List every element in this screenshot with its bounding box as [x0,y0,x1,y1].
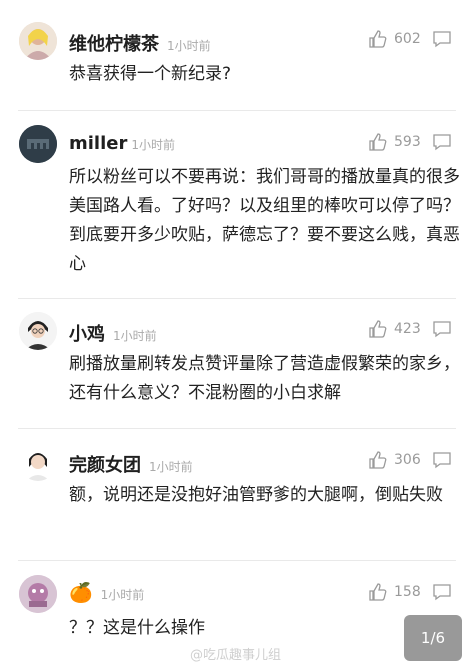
comment-author[interactable]: 维他柠檬茶 1小时前 [69,30,211,56]
author-name[interactable]: 🍊 [69,582,93,604]
comment-text: 所以粉丝可以不要再说：我们哥哥的播放量真的很多美国路人看。了好吗？以及组里的棒吹… [69,167,460,274]
comment-author[interactable]: miller 1小时前 [69,133,175,154]
comment-text: 额，说明还是没抱好油管野爹的大腿啊，倒贴失败 [69,485,443,505]
thumbs-up-icon [369,320,387,338]
page-indicator[interactable]: 1/6 [404,615,462,661]
comment-icon [433,584,451,601]
avatar[interactable] [19,312,57,350]
comment-time: 1小时前 [113,329,157,343]
comment-time: 1小时前 [149,460,193,474]
reply-button[interactable] [432,133,452,155]
like-count: 423 [394,321,421,337]
divider [18,428,456,429]
author-name[interactable]: miller [69,133,127,154]
reply-button[interactable] [432,451,452,473]
thumbs-up-icon [369,133,387,151]
avatar[interactable] [19,22,57,60]
like-count: 593 [394,134,421,150]
comment-author[interactable]: 小鸡 1小时前 [69,320,157,346]
author-name[interactable]: 维他柠檬茶 [69,34,159,55]
avatar[interactable] [19,125,57,163]
reply-button[interactable] [432,583,452,605]
comment-icon [433,134,451,151]
like-count: 602 [394,31,421,47]
comment-time: 1小时前 [131,138,175,152]
like-button[interactable]: 306 [368,450,421,470]
comment-icon [433,31,451,48]
author-name[interactable]: 小鸡 [69,324,105,345]
like-button[interactable]: 602 [368,29,421,49]
divider [18,110,456,111]
avatar[interactable] [19,443,57,481]
comment-time: 1小时前 [100,588,145,602]
reply-button[interactable] [432,30,452,52]
reply-button[interactable] [432,320,452,342]
like-button[interactable]: 593 [368,132,421,152]
comment-author[interactable]: 完颜女团 1小时前 [69,451,193,477]
comment-text: ？？这是什么操作 [69,618,205,638]
thumbs-up-icon [369,583,387,601]
avatar[interactable] [19,575,57,613]
watermark: @吃瓜趣事儿组 [190,648,282,663]
thumbs-up-icon [369,451,387,469]
comment-text: 刷播放量刷转发点赞评量除了营造虚假繁荣的家乡，还有什么意义？不混粉圈的小白求解 [69,354,460,403]
like-count: 158 [394,584,421,600]
like-button[interactable]: 158 [368,582,421,602]
comment-icon [433,321,451,338]
divider [18,298,456,299]
comment-text: 恭喜获得一个新纪录? [69,64,232,84]
comment-time: 1小时前 [167,39,211,53]
like-count: 306 [394,452,421,468]
thumbs-up-icon [369,30,387,48]
author-name[interactable]: 完颜女团 [69,455,141,476]
like-button[interactable]: 423 [368,319,421,339]
divider [18,560,456,561]
comment-icon [433,452,451,469]
comment-author[interactable]: 🍊 1小时前 [69,581,144,604]
